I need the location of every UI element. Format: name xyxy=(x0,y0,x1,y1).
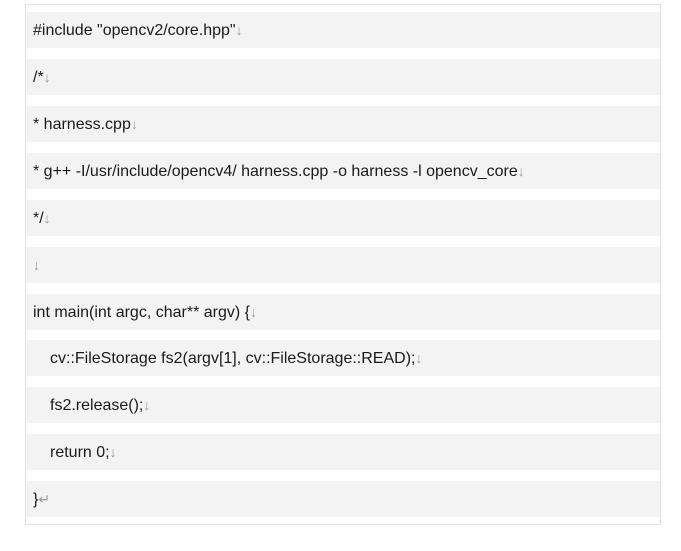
paragraph-mark: ↵ xyxy=(38,491,51,507)
code-text: return 0; xyxy=(50,444,110,461)
code-text: * g++ -I/usr/include/opencv4/ harness.cp… xyxy=(33,163,518,180)
code-line: cv::FileStorage fs2(argv[1], cv::FileSto… xyxy=(26,340,660,376)
line-break-mark: ↓ xyxy=(415,350,423,366)
line-break-mark: ↓ xyxy=(235,22,243,38)
code-text: cv::FileStorage fs2(argv[1], cv::FileSto… xyxy=(50,350,416,367)
code-line: #include "opencv2/core.hpp"↓ xyxy=(26,12,660,48)
line-break-mark: ↓ xyxy=(43,69,51,85)
line-break-mark: ↓ xyxy=(517,163,525,179)
code-text: fs2.release(); xyxy=(50,397,144,414)
code-text: * harness.cpp xyxy=(33,116,131,133)
line-break-mark: ↓ xyxy=(43,210,51,226)
line-break-mark: ↓ xyxy=(143,397,151,413)
code-line: * harness.cpp↓ xyxy=(26,106,660,142)
code-text: */ xyxy=(33,210,44,227)
line-break-mark: ↓ xyxy=(130,116,138,132)
code-line: /*↓ xyxy=(26,59,660,95)
code-text: #include "opencv2/core.hpp" xyxy=(33,22,236,39)
code-line: */↓ xyxy=(26,200,660,236)
code-line: int main(int argc, char** argv) {↓ xyxy=(26,294,660,330)
line-break-mark: ↓ xyxy=(33,257,40,273)
code-text: /* xyxy=(33,69,44,86)
code-block: #include "opencv2/core.hpp"↓ /*↓ * harne… xyxy=(25,4,661,525)
code-line: * g++ -I/usr/include/opencv4/ harness.cp… xyxy=(26,153,660,189)
code-line: return 0;↓ xyxy=(26,434,660,470)
line-break-mark: ↓ xyxy=(249,304,257,320)
code-line: fs2.release();↓ xyxy=(26,387,660,423)
line-break-mark: ↓ xyxy=(109,444,117,460)
code-line: ↓ xyxy=(26,247,660,283)
code-text: int main(int argc, char** argv) { xyxy=(33,304,250,321)
code-line: }↵ xyxy=(26,481,660,517)
